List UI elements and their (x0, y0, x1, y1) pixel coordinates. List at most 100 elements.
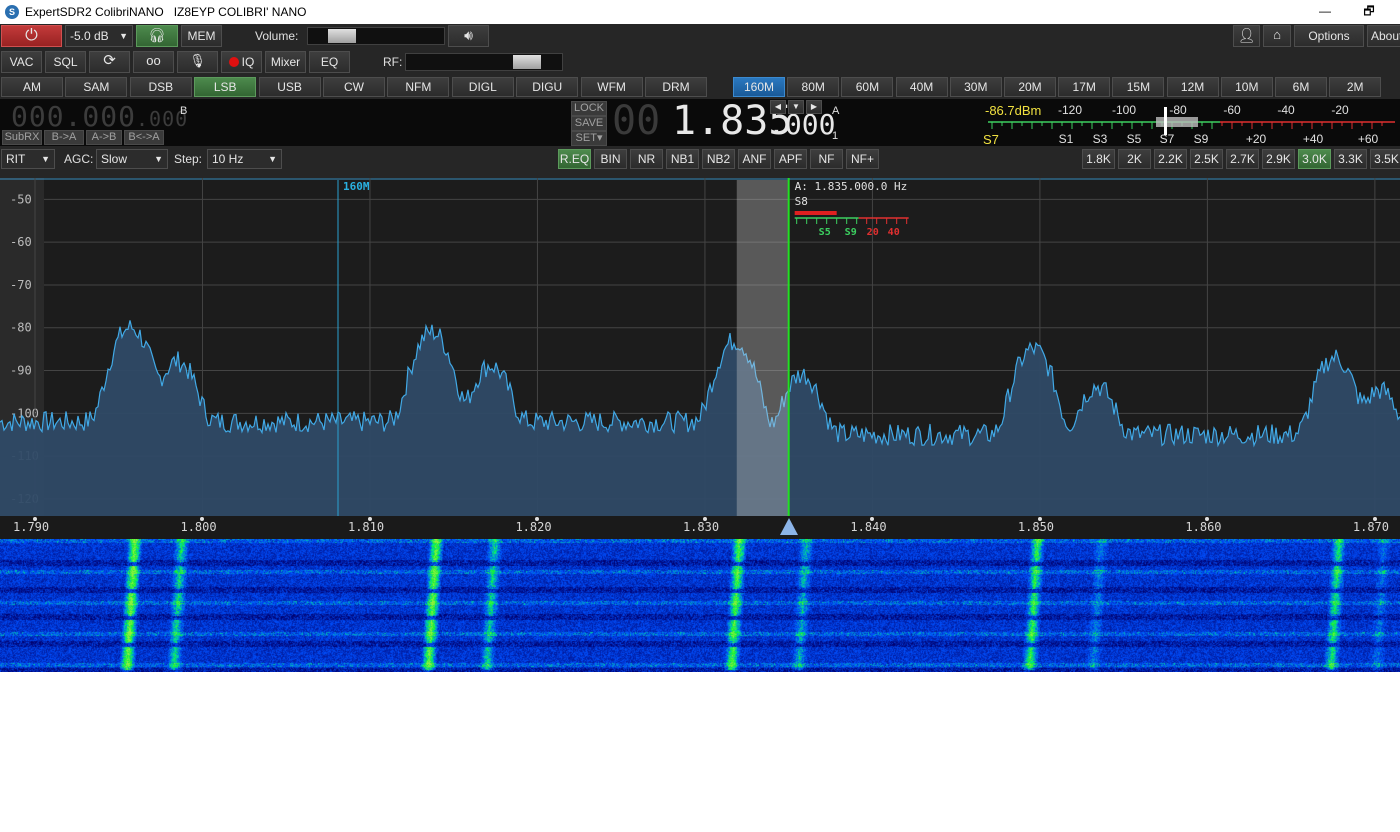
volume-knob[interactable] (327, 29, 356, 43)
waterfall-display[interactable] (0, 539, 1400, 672)
swap-vfo-button[interactable]: B<->A (124, 130, 164, 145)
smeter-s-tick-label: S1 (1059, 132, 1074, 146)
rit-value: RIT (6, 152, 26, 166)
filter-button-2-9k[interactable]: 2.9K (1262, 149, 1295, 169)
vfo-b-frequency[interactable]: 000.000.000 (11, 100, 188, 133)
mixer-button[interactable]: Mixer (265, 51, 306, 73)
band-button-2m[interactable]: 2M (1329, 77, 1382, 97)
rf-knob[interactable] (512, 55, 541, 69)
subrx-button[interactable]: SubRX (2, 130, 42, 145)
dsp-button-apf[interactable]: APF (774, 149, 807, 169)
filter-button-2-2k[interactable]: 2.2K (1154, 149, 1187, 169)
power-icon[interactable]: ⏻ (1, 25, 62, 47)
mode-button-wfm[interactable]: WFM (580, 77, 643, 97)
user-icon[interactable]: 👤︎ (1233, 25, 1260, 47)
cursor-marker-icon[interactable] (779, 518, 798, 535)
microphone-icon[interactable]: 🎙︎ (177, 51, 218, 73)
band-button-160m[interactable]: 160M (733, 77, 785, 97)
a-to-b-button[interactable]: A->B (86, 130, 122, 145)
lock-button[interactable]: LOCK (571, 101, 607, 116)
about-button[interactable]: About (1367, 25, 1400, 47)
voicemail-icon[interactable]: oo (133, 51, 174, 73)
band-button-30m[interactable]: 30M (949, 77, 1002, 97)
volume-slider[interactable] (307, 27, 445, 45)
loop-icon[interactable]: ⟳ (89, 51, 130, 73)
vfo-b-label: B (180, 105, 188, 117)
smeter-s-tick-label: S5 (1127, 132, 1142, 146)
mode-button-digl[interactable]: DIGL (451, 77, 514, 97)
options-button[interactable]: Options (1294, 25, 1364, 47)
agc-label: AGC: (64, 152, 94, 166)
chevron-down-icon: ▼ (119, 31, 128, 41)
filter-passband[interactable] (736, 180, 789, 516)
dsp-button-anf[interactable]: ANF (738, 149, 771, 169)
filter-button-1-8k[interactable]: 1.8K (1082, 149, 1115, 169)
title-bar: S ExpertSDR2 ColibriNANO IZ8EYP COLIBRI'… (0, 0, 1400, 24)
device-icon[interactable]: ⌂ (1263, 25, 1291, 47)
set-button[interactable]: SET▾ (571, 131, 607, 146)
filter-button-2-5k[interactable]: 2.5K (1190, 149, 1223, 169)
band-button-20m[interactable]: 20M (1004, 77, 1056, 97)
band-button-10m[interactable]: 10M (1220, 77, 1273, 97)
smeter-dbm-readout: -86.7dBm (985, 103, 1041, 118)
mode-button-drm[interactable]: DRM (645, 77, 707, 97)
minimize-button[interactable]: — (1310, 2, 1340, 20)
mode-button-lsb[interactable]: LSB (194, 77, 257, 97)
gain-select[interactable]: -5.0 dB ▼ (65, 25, 133, 47)
headphones-icon[interactable]: 🎧︎ (136, 25, 178, 47)
frequency-scale[interactable]: 1.790 1.800 1.810 1.820 1.830 1.840 1.850 1.860… (0, 516, 1400, 539)
dsp-button-nf[interactable]: NF+ (846, 149, 879, 169)
band-button-12m[interactable]: 12M (1166, 77, 1219, 97)
smeter-s-tick-label: S3 (1093, 132, 1108, 146)
record-icon (228, 57, 239, 67)
filter-button-3-5k[interactable]: 3.5K (1370, 149, 1400, 169)
freq-tick-label: 1.860 (1185, 520, 1222, 534)
dsp-button-nb1[interactable]: NB1 (666, 149, 699, 169)
smeter-dbm-tick-label: -20 (1331, 103, 1349, 117)
eq-button[interactable]: EQ (309, 51, 350, 73)
sql-button[interactable]: SQL (45, 51, 86, 73)
filter-button-3-3k[interactable]: 3.3K (1334, 149, 1367, 169)
smeter-s-readout: S7 (983, 132, 999, 146)
vfo-a-label: A (832, 105, 840, 117)
band-button-6m[interactable]: 6M (1275, 77, 1327, 97)
mini-scale-label: 40 (888, 227, 900, 238)
agc-select[interactable]: Slow ▼ (96, 149, 168, 169)
dsp-button-nb2[interactable]: NB2 (702, 149, 735, 169)
band-button-15m[interactable]: 15M (1112, 77, 1165, 97)
mode-button-sam[interactable]: SAM (65, 77, 128, 97)
mode-button-nfm[interactable]: NFM (387, 77, 450, 97)
restore-button[interactable]: 🗗 (1354, 2, 1384, 20)
mode-button-dsb[interactable]: DSB (129, 77, 192, 97)
band-button-60m[interactable]: 60M (841, 77, 894, 97)
save-button[interactable]: SAVE (571, 116, 607, 131)
dsp-button-nf[interactable]: NF (810, 149, 843, 169)
speaker-icon[interactable]: 🔊︎ (448, 25, 489, 47)
freq-tick-label: 1.840 (850, 520, 887, 534)
tune-down-icon[interactable]: ▼ (788, 100, 804, 114)
db-tick-label: -70 (10, 278, 32, 292)
filter-button-2k[interactable]: 2K (1118, 149, 1151, 169)
b-to-a-button[interactable]: B->A (44, 130, 84, 145)
iq-record-button[interactable]: IQ (221, 51, 262, 73)
mode-button-usb[interactable]: USB (258, 77, 321, 97)
dsp-button-nr[interactable]: NR (630, 149, 663, 169)
rit-select[interactable]: RIT ▼ (1, 149, 55, 169)
dsp-button-req[interactable]: R.EQ (558, 149, 591, 169)
filter-button-2-7k[interactable]: 2.7K (1226, 149, 1259, 169)
band-button-17m[interactable]: 17M (1058, 77, 1111, 97)
vac-button[interactable]: VAC (1, 51, 42, 73)
spectrum-display[interactable]: -50-60-70-80-90-100-110-120160MA: 1.835.… (0, 178, 1400, 516)
rf-slider[interactable] (405, 53, 563, 71)
mode-button-am[interactable]: AM (1, 77, 63, 97)
band-button-80m[interactable]: 80M (787, 77, 840, 97)
step-select[interactable]: 10 Hz ▼ (207, 149, 282, 169)
mode-button-cw[interactable]: CW (323, 77, 385, 97)
tune-left-icon[interactable]: ◀ (770, 100, 786, 114)
dsp-button-bin[interactable]: BIN (594, 149, 627, 169)
filter-button-3-0k[interactable]: 3.0K (1298, 149, 1331, 169)
tune-right-icon[interactable]: ▶ (806, 100, 822, 114)
mode-button-digu[interactable]: DIGU (516, 77, 579, 97)
band-button-40m[interactable]: 40M (895, 77, 948, 97)
mem-button[interactable]: MEM (181, 25, 222, 47)
